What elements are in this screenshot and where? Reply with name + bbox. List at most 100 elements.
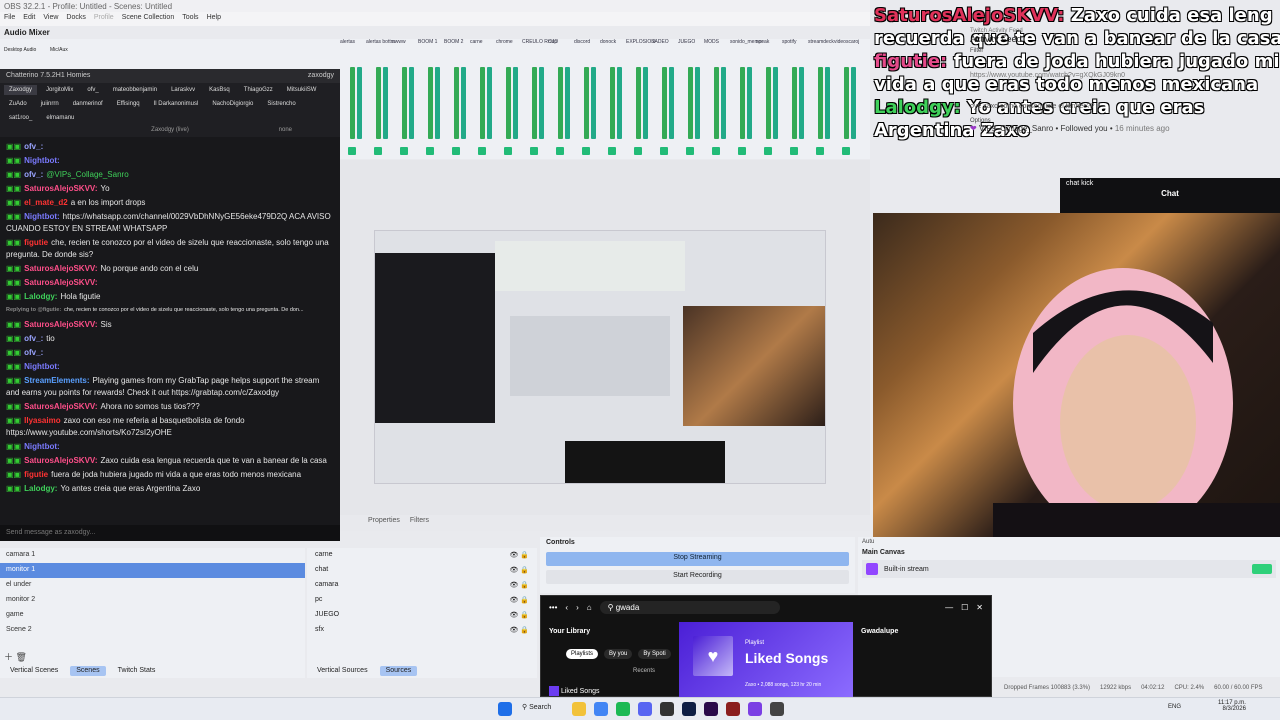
chat-username[interactable]: SaturosAlejoSKVV: xyxy=(24,402,97,411)
mute-icon[interactable] xyxy=(504,147,512,155)
menu-help[interactable]: Help xyxy=(207,14,221,24)
chat-username[interactable]: Replying to @figutie: xyxy=(6,307,61,313)
add-icon[interactable]: ＋ xyxy=(4,652,13,662)
app-icon[interactable] xyxy=(726,702,740,716)
chat-tab[interactable]: Sistrencho xyxy=(262,99,300,109)
activity-link[interactable]: https://www.youtube.com/watch?v=gXQkGJ09… xyxy=(970,72,1270,79)
chat-username[interactable]: Ilyasaimo xyxy=(24,416,60,425)
chat-username[interactable]: SaturosAlejoSKVV: xyxy=(24,184,97,193)
chrome-icon[interactable] xyxy=(594,702,608,716)
chat-username[interactable]: SaturosAlejoSKVV: xyxy=(24,278,97,287)
mute-icon[interactable] xyxy=(816,147,824,155)
source-tab[interactable]: Sources xyxy=(379,666,418,676)
visibility-icon[interactable]: 👁 🔒 xyxy=(509,626,529,635)
taskbar-search[interactable]: ⚲ Search xyxy=(522,703,551,711)
chat-username[interactable]: ofv_: xyxy=(24,170,43,179)
mute-icon[interactable] xyxy=(764,147,772,155)
mute-icon[interactable] xyxy=(738,147,746,155)
library-title[interactable]: Your Library xyxy=(549,628,590,635)
library-filter[interactable]: By Spoti xyxy=(638,649,671,659)
chat-tab[interactable]: KasBsq xyxy=(204,85,235,95)
chatterino-account[interactable]: zaxodgy xyxy=(308,72,334,80)
chat-username[interactable]: ofv_: xyxy=(24,334,43,343)
chat-tab[interactable]: juiinrrn xyxy=(36,99,64,109)
mute-icon[interactable] xyxy=(712,147,720,155)
forward-icon[interactable]: › xyxy=(576,603,579,612)
mute-icon[interactable] xyxy=(530,147,538,155)
menu-view[interactable]: View xyxy=(43,14,58,24)
discord-icon[interactable] xyxy=(638,702,652,716)
scene-tab[interactable]: Vertical Scenes xyxy=(4,666,64,676)
mute-icon[interactable] xyxy=(634,147,642,155)
chat-tab[interactable]: sat1roo_ xyxy=(4,113,37,123)
menu-profile[interactable]: Profile xyxy=(94,14,114,24)
chat-tab[interactable]: ZuAdo xyxy=(4,99,32,109)
chat-username[interactable]: Nightbot: xyxy=(24,212,60,221)
mute-icon[interactable] xyxy=(478,147,486,155)
chat-username[interactable]: figutie xyxy=(24,470,48,479)
mute-icon[interactable] xyxy=(686,147,694,155)
language[interactable]: ENG xyxy=(1168,704,1181,710)
chat-username[interactable]: SaturosAlejoSKVV: xyxy=(24,456,97,465)
visibility-icon[interactable]: 👁 🔒 xyxy=(509,611,529,620)
chat-username[interactable]: Lalodgy: xyxy=(24,292,57,301)
chat-username[interactable]: SaturosAlejoSKVV: xyxy=(24,264,97,273)
chat-tab[interactable]: Laraskvv xyxy=(166,85,200,95)
chat-tab[interactable]: danmerinof xyxy=(68,99,108,109)
chat-username[interactable]: Nightbot: xyxy=(24,156,60,165)
mute-icon[interactable] xyxy=(842,147,850,155)
obs-icon[interactable] xyxy=(660,702,674,716)
chat-username[interactable]: figutie xyxy=(24,238,48,247)
properties-button[interactable]: Properties xyxy=(368,517,400,529)
chat-username[interactable]: el_mate_d2 xyxy=(24,198,68,207)
more-icon[interactable]: ••• xyxy=(549,603,557,612)
scene-item[interactable]: el under xyxy=(0,578,305,593)
mute-icon[interactable] xyxy=(660,147,668,155)
close-icon[interactable]: ✕ xyxy=(976,603,983,612)
chat-username[interactable]: Nightbot: xyxy=(24,362,60,371)
artist-name[interactable]: Gwadalupe xyxy=(861,628,898,635)
menu-scene-collection[interactable]: Scene Collection xyxy=(122,14,175,24)
mute-icon[interactable] xyxy=(400,147,408,155)
premiere-icon[interactable] xyxy=(704,702,718,716)
mute-icon[interactable] xyxy=(790,147,798,155)
chat-tab[interactable]: mateobbenjamin xyxy=(108,85,162,95)
streamdeck-icon[interactable] xyxy=(770,702,784,716)
menu-docks[interactable]: Docks xyxy=(66,14,85,24)
mute-icon[interactable] xyxy=(348,147,356,155)
back-icon[interactable]: ‹ xyxy=(565,603,568,612)
chat-username[interactable]: Lalodgy: xyxy=(24,484,57,493)
filters-button[interactable]: Filters xyxy=(410,517,429,529)
visibility-icon[interactable]: 👁 🔒 xyxy=(509,596,529,605)
chat-tab[interactable]: ThiagoGzz xyxy=(239,85,278,95)
stream-toggle[interactable] xyxy=(1252,564,1272,574)
library-item[interactable]: Liked Songs xyxy=(549,686,599,696)
source-tab[interactable]: Vertical Sources xyxy=(311,666,374,676)
activity-filter[interactable]: Filter xyxy=(970,48,1270,54)
start-recording-button[interactable]: Start Recording xyxy=(546,570,849,584)
menu-file[interactable]: File xyxy=(4,14,15,24)
chat-tab[interactable]: ofv_ xyxy=(82,85,103,95)
source-item[interactable]: JUEGO 👁 🔒 xyxy=(307,608,537,623)
chat-tab[interactable]: Zaxodgy xyxy=(4,85,38,95)
minimize-icon[interactable]: — xyxy=(945,603,953,612)
chat-tab[interactable]: MitsukiiSW xyxy=(282,85,322,95)
source-item[interactable]: sfx 👁 🔒 xyxy=(307,623,537,638)
menu-tools[interactable]: Tools xyxy=(182,14,198,24)
visibility-icon[interactable]: 👁 🔒 xyxy=(509,581,529,590)
source-item[interactable]: carne 👁 🔒 xyxy=(307,548,537,563)
home-icon[interactable]: ⌂ xyxy=(587,603,592,612)
mute-icon[interactable] xyxy=(582,147,590,155)
spotify-icon[interactable] xyxy=(616,702,630,716)
mute-icon[interactable] xyxy=(556,147,564,155)
mute-icon[interactable] xyxy=(426,147,434,155)
source-item[interactable]: chat 👁 🔒 xyxy=(307,563,537,578)
liked-songs-header[interactable]: ♥ Playlist Liked Songs Zaxo • 2,088 song… xyxy=(679,622,853,698)
visibility-icon[interactable]: 👁 🔒 xyxy=(509,566,529,575)
photoshop-icon[interactable] xyxy=(682,702,696,716)
visibility-icon[interactable]: 👁 🔒 xyxy=(509,551,529,560)
chat-username[interactable]: SaturosAlejoSKVV: xyxy=(24,320,97,329)
scene-item[interactable]: camara 1 xyxy=(0,548,305,563)
chat-tab[interactable]: Effisingq xyxy=(112,99,145,109)
stop-streaming-button[interactable]: Stop Streaming xyxy=(546,552,849,566)
